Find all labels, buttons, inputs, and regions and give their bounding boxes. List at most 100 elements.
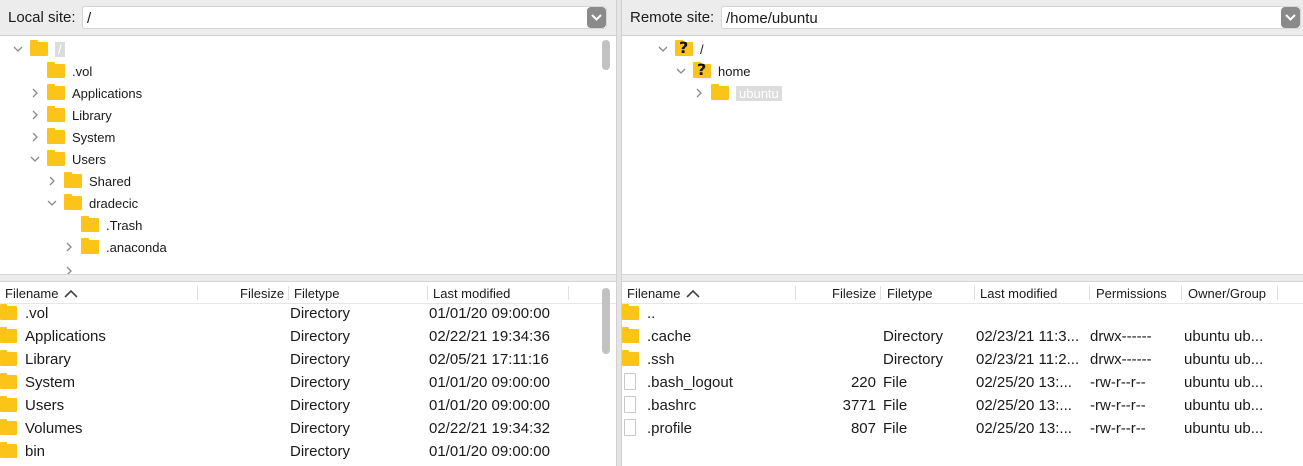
file-name: Library xyxy=(25,351,71,368)
sort-ascending-icon xyxy=(64,286,79,301)
tree-item[interactable]: / xyxy=(657,38,704,59)
tree-item-label: home xyxy=(718,63,751,79)
tree-item[interactable]: System xyxy=(29,127,115,147)
column-separator[interactable] xyxy=(1181,286,1182,300)
file-permissions: -rw-r--r-- xyxy=(1090,420,1146,437)
file-row[interactable]: Volumes Directory 02/22/21 19:34:32 xyxy=(0,417,616,440)
local-splitter[interactable] xyxy=(0,274,616,282)
chevron-down-icon[interactable] xyxy=(657,43,669,55)
file-row[interactable]: .bashrc 3771 File 02/25/20 13:... -rw-r--r--… xyxy=(622,394,1303,417)
local-list-scrollbar[interactable] xyxy=(602,288,610,354)
file-row[interactable]: Applications Directory 02/22/21 19:34:36 xyxy=(0,325,616,348)
remote-path-combobox[interactable]: /home/ubuntu xyxy=(721,6,1301,29)
file-row[interactable]: .bash_logout 220 File 02/25/20 13:... -rw-r-… xyxy=(622,371,1303,394)
tree-item[interactable]: Shared xyxy=(46,171,131,191)
tree-item[interactable]: Applications xyxy=(29,83,142,103)
remote-path-value: /home/ubuntu xyxy=(726,10,818,27)
remote-site-bar: Remote site: /home/ubuntu xyxy=(622,0,1303,36)
folder-icon xyxy=(81,216,99,232)
column-separator[interactable] xyxy=(795,286,796,300)
local-site-bar: Local site: / xyxy=(0,0,616,36)
tree-item[interactable]: dradecic xyxy=(46,193,138,213)
tree-item[interactable]: .Trash xyxy=(63,215,142,235)
file-modified: 01/01/20 09:00:00 xyxy=(429,374,550,391)
chevron-right-icon[interactable] xyxy=(29,87,41,99)
tree-item[interactable]: ubuntu xyxy=(693,83,782,103)
file-modified: 02/23/21 11:2... xyxy=(976,351,1080,368)
chevron-right-icon[interactable] xyxy=(63,241,75,253)
column-separator[interactable] xyxy=(1089,286,1090,300)
tree-item[interactable]: Users xyxy=(29,149,106,169)
file-name: Applications xyxy=(25,328,106,345)
chevron-right-icon[interactable] xyxy=(29,131,41,143)
chevron-right-icon[interactable] xyxy=(29,109,41,121)
folder-icon xyxy=(0,442,17,458)
remote-splitter[interactable] xyxy=(622,274,1303,282)
file-size: 220 xyxy=(850,374,876,391)
file-row[interactable]: .cache Directory 02/23/21 11:3... drwx-----… xyxy=(622,325,1303,348)
file-row[interactable]: bin Directory 01/01/20 09:00:00 xyxy=(0,440,616,463)
local-path-combobox[interactable]: / xyxy=(82,6,607,29)
folder-icon xyxy=(0,396,17,412)
chevron-down-icon[interactable] xyxy=(46,197,58,209)
chevron-down-icon[interactable] xyxy=(1281,7,1300,28)
folder-icon xyxy=(81,238,99,254)
column-header-last-modified[interactable]: Last modified xyxy=(980,286,1057,301)
column-header-filetype[interactable]: Filetype xyxy=(294,286,340,301)
column-header-filename[interactable]: Filename xyxy=(5,286,79,301)
file-size: 807 xyxy=(850,420,876,437)
column-header-filesize[interactable]: Filesize xyxy=(240,286,284,301)
chevron-down-icon[interactable] xyxy=(29,153,41,165)
column-separator[interactable] xyxy=(197,286,198,300)
column-header-permissions[interactable]: Permissions xyxy=(1096,286,1167,301)
tree-item[interactable]: .anaconda xyxy=(63,237,167,257)
tree-item[interactable]: Library xyxy=(29,105,112,125)
file-size: 3771 xyxy=(842,397,876,414)
column-separator[interactable] xyxy=(427,286,428,300)
local-site-label: Local site: xyxy=(8,9,76,26)
file-modified: 02/23/21 11:3... xyxy=(976,328,1080,345)
column-separator[interactable] xyxy=(288,286,289,300)
file-type: Directory xyxy=(290,420,351,437)
file-icon xyxy=(624,373,636,390)
column-header-last-modified[interactable]: Last modified xyxy=(433,286,510,301)
column-separator[interactable] xyxy=(974,286,975,300)
tree-item[interactable]: home xyxy=(675,60,751,81)
folder-icon xyxy=(47,128,65,144)
local-directory-tree[interactable]: / .vol Applications Library System Users Share… xyxy=(0,36,616,276)
tree-item[interactable]: .vol xyxy=(29,61,92,81)
column-header-filename[interactable]: Filename xyxy=(627,286,701,301)
folder-icon xyxy=(30,40,48,56)
column-header-owner-group[interactable]: Owner/Group xyxy=(1188,286,1266,301)
column-header-filesize[interactable]: Filesize xyxy=(832,286,876,301)
chevron-right-icon[interactable] xyxy=(693,87,705,99)
file-row[interactable]: .vol Directory 01/01/20 09:00:00 xyxy=(0,302,616,325)
chevron-right-icon[interactable] xyxy=(46,175,58,187)
file-permissions: drwx------ xyxy=(1090,328,1152,345)
chevron-down-icon[interactable] xyxy=(675,65,687,77)
file-name: .cache xyxy=(647,328,692,345)
file-row[interactable]: .ssh Directory 02/23/21 11:2... drwx------ u… xyxy=(622,348,1303,371)
tree-item-label: Users xyxy=(72,151,106,167)
folder-icon xyxy=(47,62,65,78)
file-owner-group: ubuntu ub... xyxy=(1184,420,1264,437)
column-header-filetype[interactable]: Filetype xyxy=(887,286,933,301)
file-name: Volumes xyxy=(25,420,83,437)
column-separator[interactable] xyxy=(568,286,569,300)
file-row[interactable]: Users Directory 01/01/20 09:00:00 xyxy=(0,394,616,417)
tree-item[interactable]: / xyxy=(12,39,65,59)
file-row[interactable]: .profile 807 File 02/25/20 13:... -rw-r--r--… xyxy=(622,417,1303,440)
file-type: Directory xyxy=(883,328,944,345)
column-separator[interactable] xyxy=(880,286,881,300)
file-row[interactable]: Library Directory 02/05/21 17:11:16 xyxy=(0,348,616,371)
file-name: .. xyxy=(647,305,656,322)
column-separator[interactable] xyxy=(1277,286,1278,300)
chevron-down-icon[interactable] xyxy=(12,43,24,55)
local-tree-scrollbar[interactable] xyxy=(602,40,610,70)
file-row[interactable]: System Directory 01/01/20 09:00:00 xyxy=(0,371,616,394)
chevron-down-icon[interactable] xyxy=(587,7,606,28)
file-row[interactable]: .. xyxy=(622,302,1303,325)
remote-directory-tree[interactable]: / home ubuntu xyxy=(622,36,1303,274)
